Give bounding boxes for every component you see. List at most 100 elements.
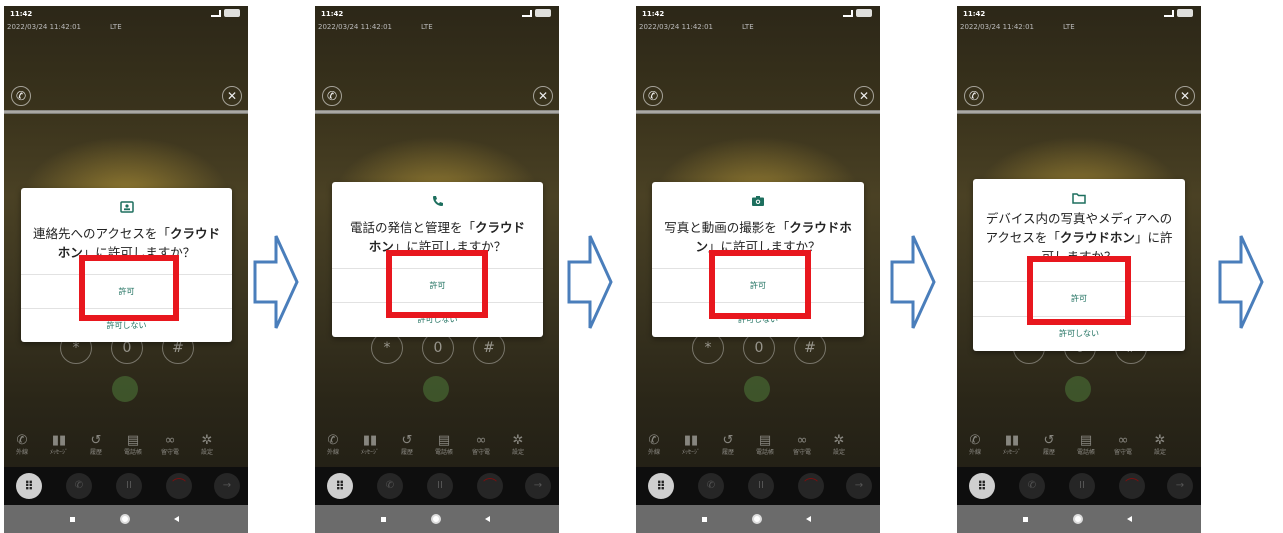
divider-line <box>315 110 559 114</box>
home-button[interactable] <box>1073 514 1083 524</box>
recents-button[interactable] <box>381 517 386 522</box>
hold-icon[interactable]: II <box>116 473 142 499</box>
nav-item-label: 電話帳 <box>755 449 774 456</box>
hangup-icon[interactable]: ⌒ <box>1119 473 1145 499</box>
nav-item[interactable]: ✲ 設定 <box>187 433 227 458</box>
nav-item[interactable]: ▤ 電話帳 <box>745 433 785 458</box>
nav-item[interactable]: ✲ 設定 <box>819 433 859 458</box>
close-icon[interactable]: ✕ <box>222 86 242 106</box>
hangup-icon[interactable]: ⌒ <box>477 473 503 499</box>
recents-button[interactable] <box>1023 517 1028 522</box>
back-button[interactable] <box>485 516 490 522</box>
nav-item[interactable]: ∞ 留守電 <box>150 433 190 458</box>
transfer-icon[interactable]: → <box>846 473 872 499</box>
nav-item[interactable]: ∞ 留守電 <box>1103 433 1143 458</box>
gear-icon: ✲ <box>1154 433 1166 448</box>
recents-button[interactable] <box>702 517 707 522</box>
close-icon[interactable]: ✕ <box>854 86 874 106</box>
nav-item-label: ﾒｯｾｰｼﾞ <box>681 449 700 456</box>
nav-item[interactable]: ↺ 履歴 <box>76 433 116 458</box>
handset-icon[interactable]: ✆ <box>643 86 663 106</box>
signal-icon <box>843 9 853 17</box>
nav-item-label: 履歴 <box>89 449 102 456</box>
status-bar: 11:42 <box>957 6 1201 20</box>
hold-icon[interactable]: II <box>748 473 774 499</box>
status-bar: 11:42 <box>636 6 880 20</box>
nav-item[interactable]: ↺ 履歴 <box>387 433 427 458</box>
app-logo <box>112 376 138 402</box>
home-button[interactable] <box>752 514 762 524</box>
nav-item-label: 電話帳 <box>434 449 453 456</box>
nav-item-label: 履歴 <box>400 449 413 456</box>
voicemail-icon: ∞ <box>1117 433 1129 448</box>
phonebook-icon: ▤ <box>126 433 140 448</box>
nav-item[interactable]: ✆ 外線 <box>636 433 674 458</box>
nav-item[interactable]: ∞ 留守電 <box>782 433 822 458</box>
nav-item[interactable]: ✆ 外線 <box>957 433 995 458</box>
nav-item[interactable]: ↺ 履歴 <box>708 433 748 458</box>
close-icon[interactable]: ✕ <box>533 86 553 106</box>
hold-icon[interactable]: II <box>1069 473 1095 499</box>
nav-item-label: 設定 <box>1153 449 1166 456</box>
nav-item-label: 外線 <box>15 449 28 456</box>
call-icon[interactable]: ✆ <box>377 473 403 499</box>
next-step-arrow-icon <box>889 232 937 332</box>
hangup-icon[interactable]: ⌒ <box>798 473 824 499</box>
hangup-icon[interactable]: ⌒ <box>166 473 192 499</box>
call-timestamp: 2022/03/24 11:42:01 <box>318 23 393 31</box>
keypad-icon[interactable]: ⠿ <box>969 473 995 499</box>
recents-button[interactable] <box>70 517 75 522</box>
highlight-box <box>709 250 811 319</box>
nav-item[interactable]: ▮▮ ﾒｯｾｰｼﾞ <box>671 433 711 458</box>
nav-item[interactable]: ▮▮ ﾒｯｾｰｼﾞ <box>992 433 1032 458</box>
nav-item[interactable]: ↺ 履歴 <box>1029 433 1069 458</box>
keypad-icon[interactable]: ⠿ <box>16 473 42 499</box>
back-button[interactable] <box>1127 516 1132 522</box>
handset-icon[interactable]: ✆ <box>322 86 342 106</box>
voicemail-icon: ∞ <box>796 433 808 448</box>
tutorial-sequence: 11:42 2022/03/24 11:42:01 LTE ✆ ✕ * 0 # ✆ 外線 ▮▮ ﾒｯｾ… <box>0 0 1283 533</box>
nav-item-label: 外線 <box>968 449 981 456</box>
keypad-icon[interactable]: ⠿ <box>327 473 353 499</box>
back-button[interactable] <box>174 516 179 522</box>
nav-item[interactable]: ✲ 設定 <box>1140 433 1180 458</box>
network-type: LTE <box>1063 23 1075 31</box>
hold-icon[interactable]: II <box>427 473 453 499</box>
nav-item[interactable]: ▤ 電話帳 <box>113 433 153 458</box>
bottom-nav: ✆ 外線 ▮▮ ﾒｯｾｰｼﾞ ↺ 履歴 ▤ 電話帳 ∞ 留守電 ✲ 設定 <box>4 433 248 463</box>
transfer-icon[interactable]: → <box>214 473 240 499</box>
nav-item[interactable]: ▤ 電話帳 <box>1066 433 1106 458</box>
call-icon[interactable]: ✆ <box>1019 473 1045 499</box>
nav-item[interactable]: ✆ 外線 <box>315 433 353 458</box>
nav-item-label: 留守電 <box>471 449 490 456</box>
transfer-icon[interactable]: → <box>525 473 551 499</box>
battery-icon <box>1177 9 1193 17</box>
keypad-icon[interactable]: ⠿ <box>648 473 674 499</box>
nav-item[interactable]: ▮▮ ﾒｯｾｰｼﾞ <box>350 433 390 458</box>
handset-icon[interactable]: ✆ <box>964 86 984 106</box>
call-icon[interactable]: ✆ <box>698 473 724 499</box>
nav-item-label: 外線 <box>326 449 339 456</box>
call-icon[interactable]: ✆ <box>66 473 92 499</box>
nav-item-label: ﾒｯｾｰｼﾞ <box>360 449 379 456</box>
home-button[interactable] <box>431 514 441 524</box>
status-time: 11:42 <box>321 10 344 18</box>
nav-item[interactable]: ▮▮ ﾒｯｾｰｼﾞ <box>39 433 79 458</box>
network-type: LTE <box>742 23 754 31</box>
contacts-icon <box>119 198 134 213</box>
home-button[interactable] <box>120 514 130 524</box>
close-icon[interactable]: ✕ <box>1175 86 1195 106</box>
nav-item[interactable]: ✆ 外線 <box>4 433 42 458</box>
nav-item[interactable]: ▤ 電話帳 <box>424 433 464 458</box>
call-control-bar: ⠿ ✆ II ⌒ → <box>957 467 1201 505</box>
android-nav-bar <box>4 505 248 533</box>
back-button[interactable] <box>806 516 811 522</box>
nav-item[interactable]: ∞ 留守電 <box>461 433 501 458</box>
transfer-icon[interactable]: → <box>1167 473 1193 499</box>
highlight-box <box>79 255 179 321</box>
nav-item[interactable]: ✲ 設定 <box>498 433 538 458</box>
handset-icon[interactable]: ✆ <box>11 86 31 106</box>
status-icons <box>843 9 872 17</box>
highlight-box <box>386 250 488 318</box>
signal-icon <box>1164 9 1174 17</box>
